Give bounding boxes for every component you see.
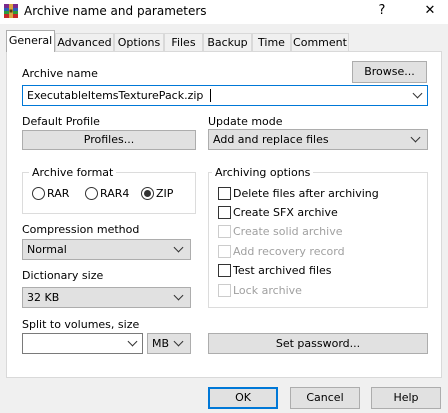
checkbox-recovery-record[interactable] bbox=[218, 245, 231, 258]
tab-backup[interactable]: Backup bbox=[203, 33, 252, 52]
winrar-app-icon bbox=[4, 4, 18, 18]
tab-advanced[interactable]: Advanced bbox=[55, 33, 114, 52]
radio-rar4-label: RAR4 bbox=[100, 187, 130, 200]
title-bar: Archive name and parameters ? ✕ bbox=[0, 0, 448, 24]
chevron-down-icon[interactable] bbox=[173, 242, 184, 253]
split-size-input[interactable] bbox=[22, 333, 143, 354]
radio-selected-dot bbox=[144, 190, 151, 197]
text-cursor bbox=[210, 89, 211, 102]
checkbox-test-archived[interactable] bbox=[218, 264, 231, 277]
split-unit-select[interactable]: MB bbox=[147, 333, 191, 354]
archiving-options-label: Archiving options bbox=[212, 166, 314, 180]
tab-options[interactable]: Options bbox=[114, 33, 164, 52]
profiles-button[interactable]: Profiles... bbox=[22, 130, 196, 150]
radio-zip[interactable] bbox=[141, 187, 154, 200]
cancel-button[interactable]: Cancel bbox=[290, 387, 360, 409]
update-mode-label: Update mode bbox=[208, 115, 283, 128]
archive-format-label: Archive format bbox=[29, 166, 117, 180]
archive-name-label: Archive name bbox=[22, 67, 98, 80]
tab-general[interactable]: General bbox=[6, 30, 55, 52]
split-volumes-label: Split to volumes, size bbox=[22, 318, 140, 331]
radio-rar4[interactable] bbox=[85, 187, 98, 200]
compression-method-value: Normal bbox=[27, 243, 67, 256]
chevron-down-icon[interactable] bbox=[173, 336, 184, 347]
delete-files-label: Delete files after archiving bbox=[233, 187, 379, 200]
checkbox-lock-archive[interactable] bbox=[218, 284, 231, 297]
radio-rar[interactable] bbox=[32, 187, 45, 200]
chevron-down-icon[interactable] bbox=[127, 336, 138, 347]
dictionary-size-label: Dictionary size bbox=[22, 269, 104, 282]
update-mode-select[interactable]: Add and replace files bbox=[208, 129, 428, 150]
chevron-down-icon[interactable] bbox=[173, 290, 184, 301]
dictionary-size-select[interactable]: 32 KB bbox=[22, 287, 191, 308]
lock-archive-label: Lock archive bbox=[233, 284, 302, 297]
default-profile-label: Default Profile bbox=[22, 115, 100, 128]
tab-comment[interactable]: Comment bbox=[291, 33, 349, 52]
split-unit-value: MB bbox=[152, 337, 170, 350]
dictionary-size-value: 32 KB bbox=[27, 291, 60, 304]
set-password-button[interactable]: Set password... bbox=[208, 333, 428, 354]
tab-files[interactable]: Files bbox=[164, 33, 203, 52]
window-title: Archive name and parameters bbox=[24, 4, 207, 18]
archive-name-value: ExecutableItemsTexturePack.zip bbox=[27, 89, 204, 102]
tab-time[interactable]: Time bbox=[252, 33, 291, 52]
checkbox-delete-files[interactable] bbox=[218, 187, 231, 200]
update-mode-value: Add and replace files bbox=[213, 133, 329, 146]
help-button[interactable]: Help bbox=[371, 387, 441, 409]
checkbox-create-solid[interactable] bbox=[218, 225, 231, 238]
archive-name-input[interactable]: ExecutableItemsTexturePack.zip bbox=[22, 85, 428, 106]
close-button[interactable]: ✕ bbox=[412, 0, 448, 24]
chevron-down-icon[interactable] bbox=[410, 132, 421, 143]
create-sfx-label: Create SFX archive bbox=[233, 206, 338, 219]
radio-rar-label: RAR bbox=[47, 187, 70, 200]
help-title-button[interactable]: ? bbox=[366, 0, 398, 24]
chevron-down-icon[interactable] bbox=[412, 88, 423, 99]
create-solid-label: Create solid archive bbox=[233, 225, 343, 238]
recovery-record-label: Add recovery record bbox=[233, 245, 345, 258]
compression-method-label: Compression method bbox=[22, 223, 140, 236]
radio-zip-label: ZIP bbox=[156, 187, 174, 200]
ok-button[interactable]: OK bbox=[208, 387, 278, 409]
test-archived-label: Test archived files bbox=[233, 264, 332, 277]
browse-button[interactable]: Browse... bbox=[352, 61, 427, 83]
checkbox-create-sfx[interactable] bbox=[218, 206, 231, 219]
compression-method-select[interactable]: Normal bbox=[22, 239, 191, 260]
